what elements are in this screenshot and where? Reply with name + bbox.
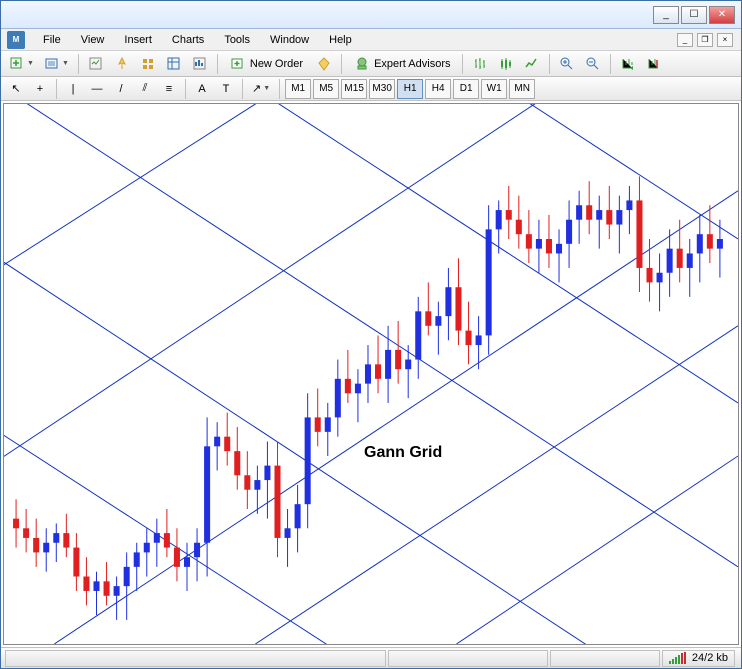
menu-charts[interactable]: Charts	[162, 31, 214, 49]
status-price	[550, 650, 660, 667]
mdi-close-button[interactable]: ×	[717, 33, 733, 47]
autotrading-button[interactable]	[312, 53, 336, 75]
timeframe-h1[interactable]: H1	[397, 79, 423, 99]
new-chart-button[interactable]: ▼	[5, 53, 38, 75]
channel-tool[interactable]: ⫽	[134, 78, 156, 100]
separator	[341, 54, 342, 74]
menu-view[interactable]: View	[71, 31, 115, 49]
text-tool[interactable]: A	[191, 78, 213, 100]
separator	[56, 79, 57, 99]
close-button[interactable]: ✕	[709, 6, 735, 24]
separator	[610, 54, 611, 74]
bar-chart-icon	[472, 56, 488, 72]
zoom-out-button[interactable]	[581, 53, 605, 75]
line-chart-button[interactable]	[520, 53, 544, 75]
gann-grid-label: Gann Grid	[364, 444, 442, 462]
new-order-label: New Order	[250, 58, 303, 70]
status-kb: 24/2 kb	[692, 652, 728, 664]
separator	[279, 79, 280, 99]
chartshift-icon	[646, 56, 662, 72]
tester-icon	[192, 56, 208, 72]
timeframe-m1[interactable]: M1	[285, 79, 311, 99]
chevron-down-icon: ▼	[263, 85, 270, 92]
terminal-icon	[140, 56, 156, 72]
candle-chart-button[interactable]	[494, 53, 518, 75]
line-chart-icon	[524, 56, 540, 72]
candle-icon	[498, 56, 514, 72]
expert-advisors-label: Expert Advisors	[374, 58, 450, 70]
new-order-button[interactable]: New Order	[223, 53, 310, 75]
zoom-in-icon	[559, 56, 575, 72]
app-window: _ ☐ ✕ M File View Insert Charts Tools Wi…	[0, 0, 742, 669]
data-window-icon	[166, 56, 182, 72]
timeframe-mn[interactable]: MN	[509, 79, 535, 99]
timeframe-h4[interactable]: H4	[425, 79, 451, 99]
chart-canvas	[4, 104, 738, 644]
separator	[549, 54, 550, 74]
strategy-tester-button[interactable]	[188, 53, 212, 75]
profiles-button[interactable]: ▼	[40, 53, 73, 75]
timeframe-m30[interactable]: M30	[369, 79, 395, 99]
menu-window[interactable]: Window	[260, 31, 319, 49]
connection-bars-icon	[669, 652, 686, 664]
bar-chart-button[interactable]	[468, 53, 492, 75]
app-icon: M	[7, 31, 25, 49]
separator	[242, 79, 243, 99]
cursor-tool[interactable]: ↖	[5, 78, 27, 100]
fibonacci-tool[interactable]: ≡	[158, 78, 180, 100]
menu-tools[interactable]: Tools	[214, 31, 260, 49]
plus-icon	[9, 56, 25, 72]
chart-area[interactable]: Gann Grid	[3, 103, 739, 645]
mdi-controls: _ ❐ ×	[677, 33, 739, 47]
timeframe-m15[interactable]: M15	[341, 79, 367, 99]
expert-advisors-button[interactable]: Expert Advisors	[347, 53, 457, 75]
separator	[462, 54, 463, 74]
status-bar: 24/2 kb	[1, 647, 741, 668]
diamond-icon	[316, 56, 332, 72]
navigator-icon	[114, 56, 130, 72]
line-toolbar: ↖ + | — / ⫽ ≡ A T ↗▼ M1 M5 M15 M30 H1 H4…	[1, 77, 741, 101]
chart-shift-button[interactable]	[642, 53, 666, 75]
horizontal-line-tool[interactable]: —	[86, 78, 108, 100]
autoscroll-icon	[620, 56, 636, 72]
title-bar: _ ☐ ✕	[1, 1, 741, 29]
data-window-button[interactable]	[162, 53, 186, 75]
timeframe-w1[interactable]: W1	[481, 79, 507, 99]
text-label-tool[interactable]: T	[215, 78, 237, 100]
status-info	[388, 650, 548, 667]
terminal-button[interactable]	[136, 53, 160, 75]
zoom-out-icon	[585, 56, 601, 72]
menu-help[interactable]: Help	[319, 31, 362, 49]
expert-icon	[354, 56, 370, 72]
status-connection: 24/2 kb	[662, 650, 735, 667]
separator	[217, 54, 218, 74]
market-watch-icon	[88, 56, 104, 72]
vertical-line-tool[interactable]: |	[62, 78, 84, 100]
maximize-button[interactable]: ☐	[681, 6, 707, 24]
market-watch-button[interactable]	[84, 53, 108, 75]
mdi-restore-button[interactable]: ❐	[697, 33, 713, 47]
navigator-button[interactable]	[110, 53, 134, 75]
menu-bar: M File View Insert Charts Tools Window H…	[1, 29, 741, 51]
separator	[185, 79, 186, 99]
chevron-down-icon: ▼	[27, 60, 34, 67]
trendline-tool[interactable]: /	[110, 78, 132, 100]
zoom-in-button[interactable]	[555, 53, 579, 75]
separator	[78, 54, 79, 74]
main-toolbar: ▼ ▼ New Order Expert Advisors	[1, 51, 741, 77]
menu-file[interactable]: File	[33, 31, 71, 49]
crosshair-tool[interactable]: +	[29, 78, 51, 100]
profile-icon	[44, 56, 60, 72]
new-order-icon	[230, 56, 246, 72]
minimize-button[interactable]: _	[653, 6, 679, 24]
mdi-minimize-button[interactable]: _	[677, 33, 693, 47]
timeframe-d1[interactable]: D1	[453, 79, 479, 99]
auto-scroll-button[interactable]	[616, 53, 640, 75]
arrows-tool[interactable]: ↗▼	[248, 78, 274, 100]
status-help	[5, 650, 386, 667]
menu-insert[interactable]: Insert	[114, 31, 162, 49]
chevron-down-icon: ▼	[62, 60, 69, 67]
timeframe-m5[interactable]: M5	[313, 79, 339, 99]
